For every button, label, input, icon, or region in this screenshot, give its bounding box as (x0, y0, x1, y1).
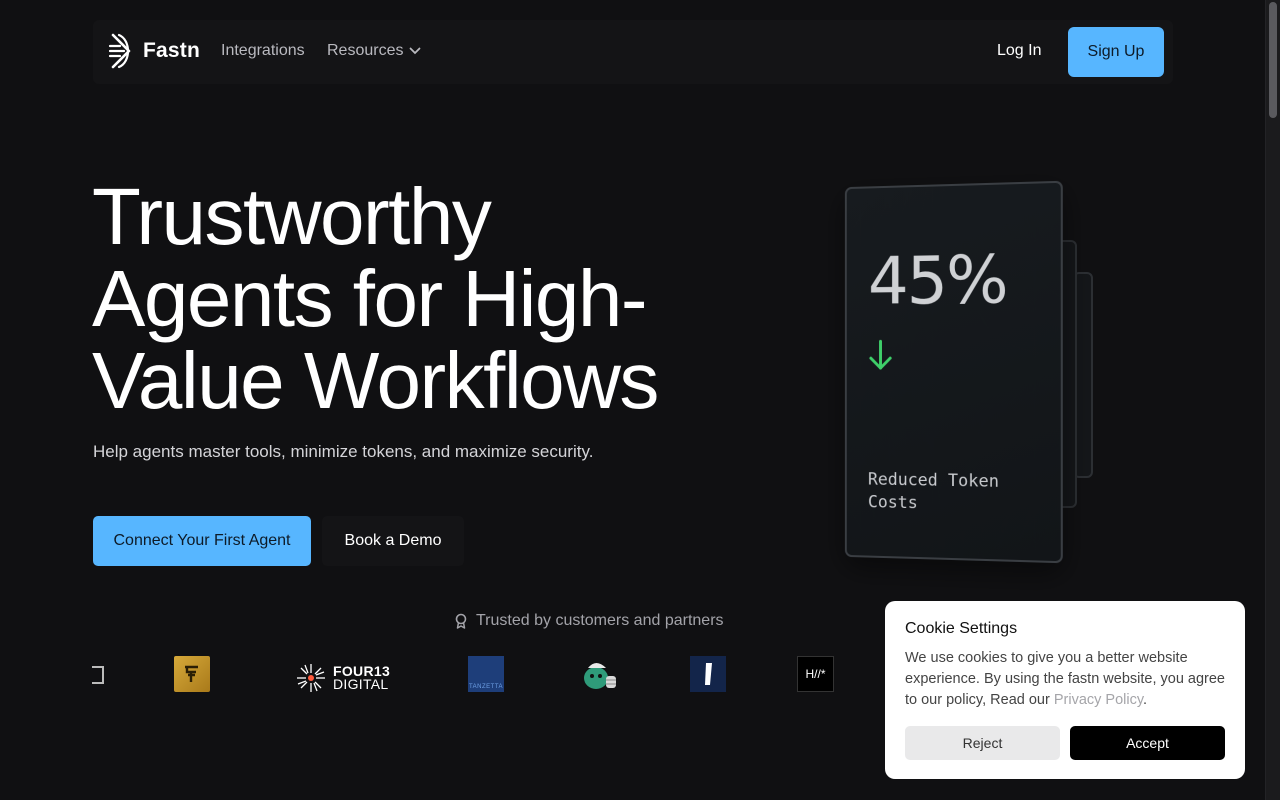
stat-card-value: 45% (868, 241, 1007, 320)
book-demo-button[interactable]: Book a Demo (322, 516, 464, 566)
creature-logo (576, 656, 620, 692)
hero-title: Trustworthy Agents for High- Value Workf… (92, 176, 772, 422)
page-scrollbar[interactable] (1265, 0, 1280, 800)
nav-link-integrations[interactable]: Integrations (221, 42, 305, 60)
cookie-message-tail: . (1143, 692, 1147, 708)
top-navigation: Fastn Integrations Resources Log In Sign… (93, 20, 1173, 84)
chevron-down-icon (409, 47, 421, 55)
brand-name: Fastn (143, 39, 200, 63)
starburst-icon (295, 662, 327, 694)
brand-logo[interactable]: Fastn (107, 32, 200, 70)
stat-card-stack: 45% Reduced Token Costs (838, 180, 1108, 570)
four13-digital-logo: FOUR13 DIGITAL (295, 659, 390, 697)
nav-link-resources[interactable]: Resources (327, 42, 421, 60)
hero-title-line-2: Agents for High- (92, 258, 772, 340)
hw-logo: H//* (797, 656, 834, 692)
one-logo (690, 656, 726, 692)
accept-cookies-button[interactable]: Accept (1070, 726, 1225, 760)
award-icon (454, 613, 468, 629)
fastn-logo-icon (107, 32, 137, 70)
connect-agent-button[interactable]: Connect Your First Agent (93, 516, 311, 566)
partial-logo (92, 666, 104, 684)
scrollbar-thumb[interactable] (1269, 2, 1277, 118)
cookie-dialog: Cookie Settings We use cookies to give y… (885, 601, 1245, 779)
zetta-logo-text: TANZETTA (469, 684, 503, 690)
hero-subtitle: Help agents master tools, minimize token… (93, 442, 593, 462)
stat-card-label: Reduced Token Costs (868, 469, 1036, 518)
hero-title-line-1: Trustworthy (92, 176, 772, 258)
zetta-logo: TANZETTA (468, 656, 504, 692)
partner-logos: FOUR13 DIGITAL TANZETTA H//* (92, 656, 852, 696)
login-link[interactable]: Log In (997, 42, 1041, 60)
one-logo-mark (701, 660, 715, 688)
stat-card: 45% Reduced Token Costs (845, 181, 1063, 564)
gold-p-logo (174, 656, 210, 692)
nav-link-resources-label: Resources (327, 42, 403, 60)
arrow-down-icon (868, 338, 893, 372)
gold-p-logo-mark (181, 663, 203, 685)
reject-cookies-button[interactable]: Reject (905, 726, 1060, 760)
hero-title-line-3: Value Workflows (92, 340, 772, 422)
trusted-label: Trusted by customers and partners (454, 612, 724, 630)
four13-digital-text: FOUR13 DIGITAL (333, 665, 390, 691)
privacy-policy-link[interactable]: Privacy Policy (1054, 692, 1143, 708)
cookie-title: Cookie Settings (905, 620, 1017, 638)
trusted-label-text: Trusted by customers and partners (476, 612, 724, 630)
cookie-message: We use cookies to give you a better webs… (905, 648, 1225, 711)
signup-button[interactable]: Sign Up (1068, 27, 1164, 77)
